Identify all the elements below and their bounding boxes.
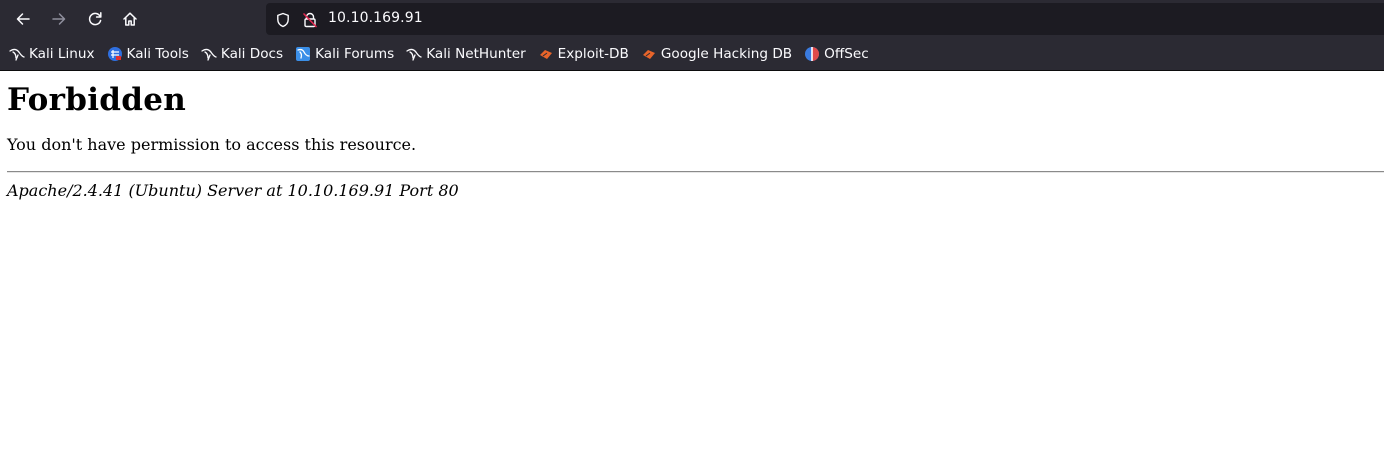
navigation-toolbar: 10.10.169.91 [0,0,1384,38]
home-button[interactable] [115,4,145,34]
bookmark-label: OffSec [824,46,869,62]
error-message: You don't have permission to access this… [7,135,417,154]
arrow-left-icon [16,13,30,25]
kali-dragon-icon [201,46,217,62]
page-content: Forbidden You don't have permission to a… [0,82,1384,201]
browser-window: 10.10.169.91 Kali Linux Kali Tools Kali … [0,0,1384,467]
bookmark-label: Google Hacking DB [660,46,793,62]
kali-dragon-icon [9,46,25,62]
bookmarks-toolbar: Kali Linux Kali Tools Kali Docs Kali For… [0,38,1384,71]
bookmark-offsec[interactable]: OffSec [804,42,871,66]
bookmark-kali-forums[interactable]: Kali Forums [295,42,396,66]
bookmark-kali-tools[interactable]: Kali Tools [107,42,191,66]
kali-forums-icon [295,46,311,62]
kali-dragon-icon [406,46,422,62]
offsec-icon [804,46,820,62]
divider [7,171,1384,173]
back-button[interactable] [8,4,38,34]
page-title: Forbidden [7,82,187,118]
tracking-protection-shield-icon[interactable] [274,11,292,29]
bookmark-label: Kali NetHunter [426,46,526,62]
url-text[interactable]: 10.10.169.91 [328,10,423,26]
bookmark-label: Kali Docs [220,46,284,62]
kali-tools-icon [107,46,123,62]
bookmark-label: Kali Linux [29,46,95,62]
bookmark-exploit-db[interactable]: Exploit-DB [538,42,631,66]
address-bar[interactable]: 10.10.169.91 [266,3,1384,35]
insecure-lock-icon[interactable] [301,11,319,29]
bookmark-google-hacking-db[interactable]: Google Hacking DB [641,42,794,66]
exploit-db-icon [641,46,657,62]
arrow-right-icon [52,13,66,25]
bookmark-kali-linux[interactable]: Kali Linux [9,42,97,66]
bookmark-label: Kali Tools [126,46,189,62]
forward-button[interactable] [44,4,74,34]
home-icon [123,12,137,26]
bookmark-kali-nethunter[interactable]: Kali NetHunter [406,42,527,66]
reload-button[interactable] [80,4,110,34]
exploit-db-icon [538,46,554,62]
reload-icon [88,12,102,26]
server-signature: Apache/2.4.41 (Ubuntu) Server at 10.10.1… [7,181,459,200]
bookmark-label: Exploit-DB [557,46,629,62]
bookmark-kali-docs[interactable]: Kali Docs [201,42,285,66]
bookmark-label: Kali Forums [315,46,395,62]
